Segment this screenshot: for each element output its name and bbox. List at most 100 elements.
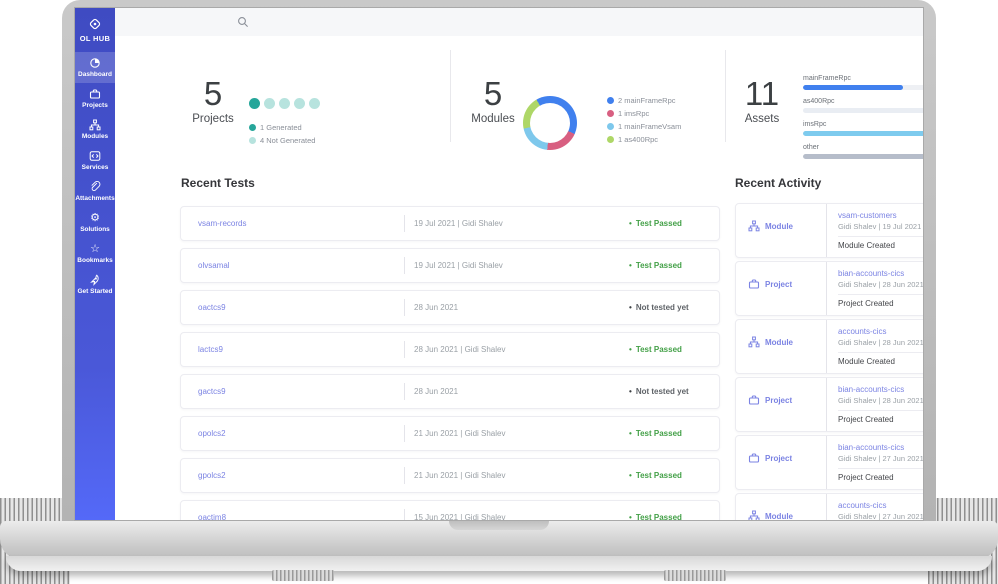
sidebar-item-label: Services [81,164,109,171]
ol-hub-logo-icon [89,18,101,30]
table-row[interactable]: olvsamal 19 Jul 2021 | Gidi Shalev • Test… [180,248,720,283]
legend-label: 1 imsRpc [618,109,650,118]
activity-detail: bian-accounts-cics Gidi Shalev | 27 Jun … [826,436,923,489]
legend-dot [607,136,614,143]
sidebar: OL HUB Dashboard Projects Modules Servic… [75,8,115,520]
activity-type-label: Module [765,221,793,231]
status-badge: • Test Passed [629,471,682,480]
rocket-icon [90,274,99,286]
test-name-link[interactable]: vsam-records [198,219,246,228]
activity-name-link[interactable]: bian-accounts-cics [838,385,923,395]
test-name-link[interactable]: opolcs2 [198,429,226,438]
test-date-author: 21 Jun 2021 | Gidi Shalev [404,467,505,484]
test-name-link[interactable]: oactcs9 [198,303,226,312]
status-bullet-icon: • [629,429,632,438]
activity-name-link[interactable]: accounts-cics [838,327,923,337]
activity-type: Project [748,278,792,290]
test-date-author: 21 Jun 2021 | Gidi Shalev [404,425,505,442]
legend-item: 1 as400Rpc [607,133,681,146]
app-logo[interactable]: OL HUB [75,8,115,52]
legend-dot [607,123,614,130]
legend-item: 1 imsRpc [607,107,681,120]
dashboard-main: 5 Projects 1 Generated 4 Not Generated 5… [115,36,923,520]
activity-type-label: Module [765,337,793,347]
test-name-link[interactable]: olvsamal [198,261,230,270]
activity-type: Module [748,220,793,232]
activity-type-label: Project [765,279,793,289]
bar-label: as400Rpc [803,98,835,105]
projects-count: 5 [203,75,223,112]
activity-card[interactable]: Project bian-accounts-cics Gidi Shalev |… [735,435,923,490]
test-name-link[interactable]: gactcs9 [198,387,226,396]
laptop-base-lip [6,556,992,571]
legend-item: 4 Not Generated [249,134,315,147]
projects-legend: 1 Generated 4 Not Generated [249,121,315,147]
project-icon [748,279,760,289]
status-badge: • Not tested yet [629,303,689,312]
modules-icon [89,119,101,131]
table-row[interactable]: opolcs2 21 Jun 2021 | Gidi Shalev • Test … [180,416,720,451]
sidebar-item-label: Get Started [77,288,113,295]
activity-action: Project Created [838,294,923,308]
activity-name-link[interactable]: accounts-cics [838,501,923,511]
sidebar-item-attachments[interactable]: Attachments [75,176,115,207]
activity-type: Module [748,336,793,348]
activity-name-link[interactable]: bian-accounts-cics [838,443,923,453]
activity-type: Module [748,510,793,520]
asset-bar: other [803,143,923,159]
activity-detail: accounts-cics Gidi Shalev | 28 Jun 2021 … [826,320,923,373]
assets-stat: 11 Assets [722,75,802,126]
paperclip-icon [91,181,101,191]
test-name-link[interactable]: oactim8 [198,513,226,520]
bar-fill [803,131,923,136]
table-row[interactable]: vsam-records 19 Jul 2021 | Gidi Shalev •… [180,206,720,241]
activity-card[interactable]: Module accounts-cics Gidi Shalev | 27 Ju… [735,493,923,520]
table-row[interactable]: oactim8 15 Jun 2021 | Gidi Shalev • Test … [180,500,720,520]
sidebar-item-solutions[interactable]: ⚙ Solutions [75,207,115,238]
activity-card[interactable]: Module vsam-customers Gidi Shalev | 19 J… [735,203,923,258]
asset-bar: as400Rpc [803,97,923,113]
activity-detail: vsam-customers Gidi Shalev | 19 Jul 2021… [826,204,923,257]
assets-count: 11 [744,75,780,112]
bar-track [803,154,923,159]
activity-author-date: Gidi Shalev | 28 Jun 2021 [838,280,923,289]
asset-bar: mainFrameRpc [803,74,923,90]
star-icon: ☆ [90,242,100,255]
sidebar-item-bookmarks[interactable]: ☆ Bookmarks [75,238,115,269]
activity-type: Project [748,452,792,464]
sidebar-item-projects[interactable]: Projects [75,83,115,114]
legend-label: 1 as400Rpc [618,135,659,144]
status-text: Test Passed [635,261,682,270]
table-row[interactable]: gactcs9 28 Jun 2021 • Not tested yet [180,374,720,409]
status-bullet-icon: • [629,261,632,270]
sidebar-item-services[interactable]: Services [75,145,115,176]
status-text: Test Passed [635,345,682,354]
activity-name-link[interactable]: vsam-customers [838,211,923,221]
test-date-author: 28 Jun 2021 [404,383,458,400]
search-icon[interactable] [237,16,249,28]
table-row[interactable]: gpolcs2 21 Jun 2021 | Gidi Shalev • Test … [180,458,720,493]
legend-item: 1 mainFrameVsam [607,120,681,133]
activity-action: Project Created [838,468,923,482]
test-name-link[interactable]: gpolcs2 [198,471,226,480]
activity-author-date: Gidi Shalev | 28 Jun 2021 [838,338,923,347]
bar-fill [803,154,923,159]
status-bullet-icon: • [629,345,632,354]
sidebar-item-modules[interactable]: Modules [75,114,115,145]
table-row[interactable]: oactcs9 28 Jun 2021 • Not tested yet [180,290,720,325]
activity-card[interactable]: Module accounts-cics Gidi Shalev | 28 Ju… [735,319,923,374]
sidebar-item-label: Projects [82,102,108,109]
activity-action: Module Created [838,352,923,366]
activity-card[interactable]: Project bian-accounts-cics Gidi Shalev |… [735,261,923,316]
activity-card[interactable]: Project bian-accounts-cics Gidi Shalev |… [735,377,923,432]
activity-name-link[interactable]: bian-accounts-cics [838,269,923,279]
briefcase-icon [89,89,101,99]
sidebar-item-label: Dashboard [78,71,112,78]
sidebar-item-dashboard[interactable]: Dashboard [75,52,115,83]
modules-donut-chart [523,96,577,150]
test-name-link[interactable]: lactcs9 [198,345,223,354]
sidebar-item-get-started[interactable]: Get Started [75,269,115,300]
legend-label: 2 mainFrameRpc [618,96,676,105]
table-row[interactable]: lactcs9 28 Jun 2021 | Gidi Shalev • Test … [180,332,720,367]
status-badge: • Test Passed [629,429,682,438]
